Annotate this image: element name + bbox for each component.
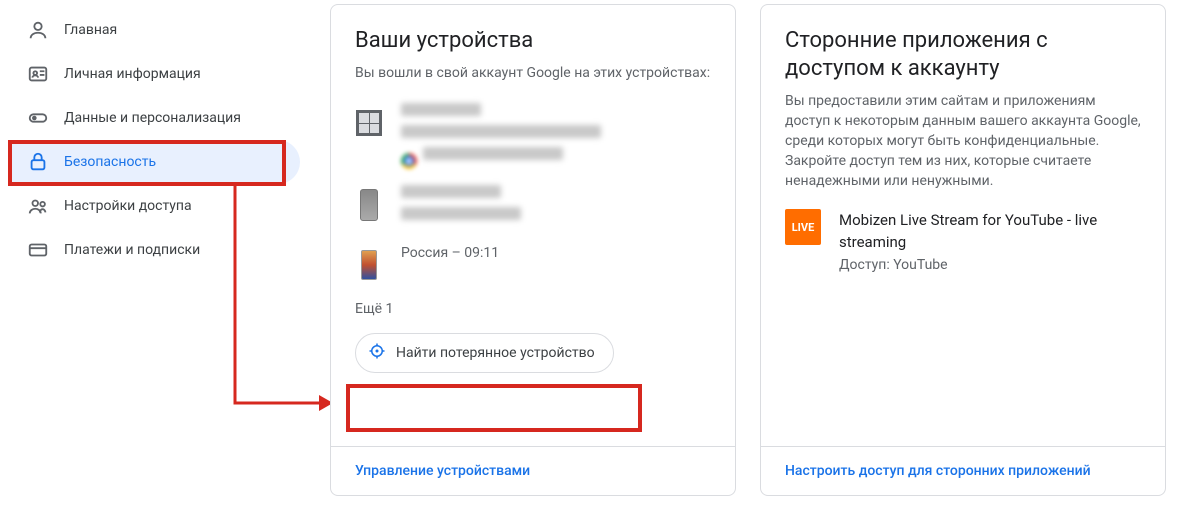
lock-icon: [26, 150, 50, 174]
sidebar-item-sharing[interactable]: Настройки доступа: [10, 184, 300, 228]
card-icon: [26, 238, 50, 262]
devices-card: Ваши устройства Вы вошли в свой аккаунт …: [330, 4, 736, 496]
manage-devices-link[interactable]: Управление устройствами: [331, 446, 735, 495]
sidebar-item-home[interactable]: Главная: [10, 8, 300, 52]
sidebar-item-personal[interactable]: Личная информация: [10, 52, 300, 96]
device-row[interactable]: [355, 97, 711, 179]
phone-icon: [355, 185, 383, 225]
more-devices-label[interactable]: Ещё 1: [355, 301, 711, 317]
find-device-button[interactable]: Найти потерянное устройство: [355, 333, 614, 373]
sidebar-item-label: Настройки доступа: [64, 198, 192, 214]
sidebar: Главная Личная информация Данные и персо…: [10, 8, 300, 272]
manage-apps-link[interactable]: Настроить доступ для сторонних приложени…: [761, 446, 1165, 495]
apps-description: Вы предоставили этим сайтам и приложения…: [785, 91, 1141, 191]
app-row[interactable]: LIVE Mobizen Live Stream for YouTube - l…: [785, 209, 1141, 273]
home-icon: [26, 18, 50, 42]
app-icon: LIVE: [785, 209, 821, 245]
toggle-icon: [26, 106, 50, 130]
windows-icon: [355, 103, 383, 143]
sidebar-item-label: Данные и персонализация: [64, 110, 241, 126]
app-name: Mobizen Live Stream for YouTube - live s…: [839, 209, 1141, 253]
device-row[interactable]: [355, 179, 711, 239]
sidebar-item-label: Безопасность: [64, 154, 156, 170]
people-icon: [26, 194, 50, 218]
phone-icon: [355, 245, 383, 285]
sidebar-item-label: Личная информация: [64, 66, 201, 82]
sidebar-item-data[interactable]: Данные и персонализация: [10, 96, 300, 140]
apps-title: Сторонние приложения с доступом к аккаун…: [785, 27, 1141, 83]
device-row[interactable]: Россия – 09:11: [355, 239, 711, 295]
target-icon: [368, 342, 386, 364]
device-activity: Россия – 09:11: [401, 245, 711, 261]
chrome-icon: [401, 153, 417, 169]
sidebar-item-security[interactable]: Безопасность: [10, 140, 300, 184]
devices-description: Вы вошли в свой аккаунт Google на этих у…: [355, 63, 711, 83]
app-access: Доступ: YouTube: [839, 257, 1141, 273]
sidebar-item-label: Главная: [64, 22, 117, 38]
id-card-icon: [26, 62, 50, 86]
sidebar-item-payments[interactable]: Платежи и подписки: [10, 228, 300, 272]
thirdparty-apps-card: Сторонние приложения с доступом к аккаун…: [760, 4, 1166, 496]
find-device-label: Найти потерянное устройство: [396, 345, 595, 361]
devices-title: Ваши устройства: [355, 27, 711, 55]
sidebar-item-label: Платежи и подписки: [64, 242, 200, 258]
